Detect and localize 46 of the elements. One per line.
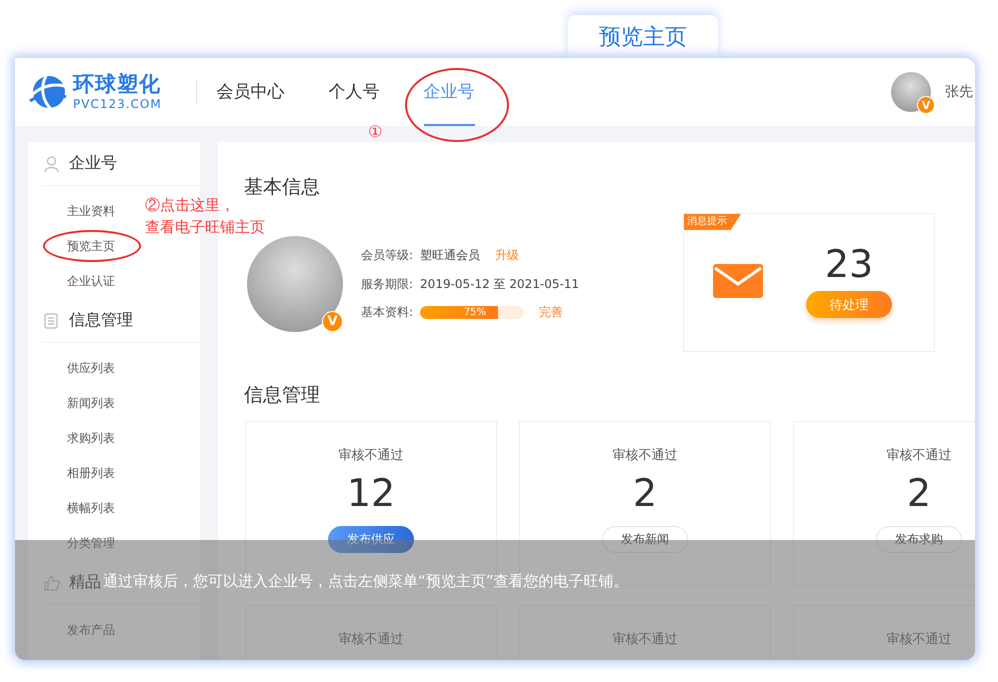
sidebar-heading: 精品 <box>69 572 101 593</box>
card-count: 2 <box>906 470 932 516</box>
field-label: 基本资料: <box>361 304 414 321</box>
verified-badge: V <box>917 96 935 114</box>
verified-badge: V <box>322 311 343 332</box>
sidebar-item[interactable]: 主业资料 <box>67 194 115 229</box>
section-title: 信息管理 <box>244 384 321 406</box>
card-status: 审核不通过 <box>886 631 952 648</box>
card-count: 2 <box>632 470 658 516</box>
sidebar-item[interactable]: 供应列表 <box>67 351 115 386</box>
card-status: 审核不通过 <box>338 631 404 648</box>
nav-tab[interactable]: 会员中心 <box>216 58 307 126</box>
sidebar-item[interactable]: 求购列表 <box>67 421 115 456</box>
card-status: 审核不通过 <box>612 447 678 464</box>
card-status: 审核不通过 <box>612 631 678 648</box>
mail-icon <box>713 264 763 298</box>
section-title: 基本信息 <box>244 176 321 198</box>
sidebar-item[interactable]: 新闻列表 <box>67 386 115 421</box>
sidebar-item[interactable]: 预览主页 <box>67 229 115 264</box>
person-icon <box>44 156 59 172</box>
logo-name: 环球塑化 <box>73 74 162 95</box>
sidebar-heading: 企业号 <box>69 153 117 174</box>
sidebar-item[interactable]: 企业认证 <box>67 264 115 299</box>
publish-button[interactable]: 发布供应 <box>328 526 414 553</box>
sidebar-heading: 信息管理 <box>69 310 133 331</box>
annotation-text: ②点击这里， 查看电子旺铺主页 <box>145 196 265 238</box>
publish-button[interactable]: 发布求购 <box>876 526 962 553</box>
logo-domain: PVC123.COM <box>73 98 162 110</box>
sidebar-item[interactable]: 横幅列表 <box>67 491 115 526</box>
message-count: 23 <box>824 241 874 287</box>
field-label: 服务期限: <box>361 276 414 292</box>
card-count: 12 <box>346 470 396 516</box>
publish-button[interactable]: 发布新闻 <box>602 526 688 553</box>
sidebar-item[interactable]: 相册列表 <box>67 456 115 491</box>
thumbs-up-icon <box>44 574 60 590</box>
page-tab[interactable]: 预览主页 <box>568 15 718 58</box>
field-value: 塑旺通会员 <box>420 247 480 264</box>
document-icon <box>44 312 58 328</box>
field-label: 会员等级: <box>361 247 414 264</box>
card-status: 审核不通过 <box>338 447 404 464</box>
message-tag: 消息提示 <box>684 214 741 230</box>
progress-reading: 75% <box>464 307 488 318</box>
card-status: 审核不通过 <box>886 447 952 464</box>
user-name[interactable]: 张先 <box>945 83 973 101</box>
caption-text: 通过审核后，您可以进入企业号，点击左侧菜单“预览主页”查看您的电子旺铺。 <box>103 572 629 590</box>
field-value: 2019-05-12 至 2021-05-11 <box>420 276 580 292</box>
